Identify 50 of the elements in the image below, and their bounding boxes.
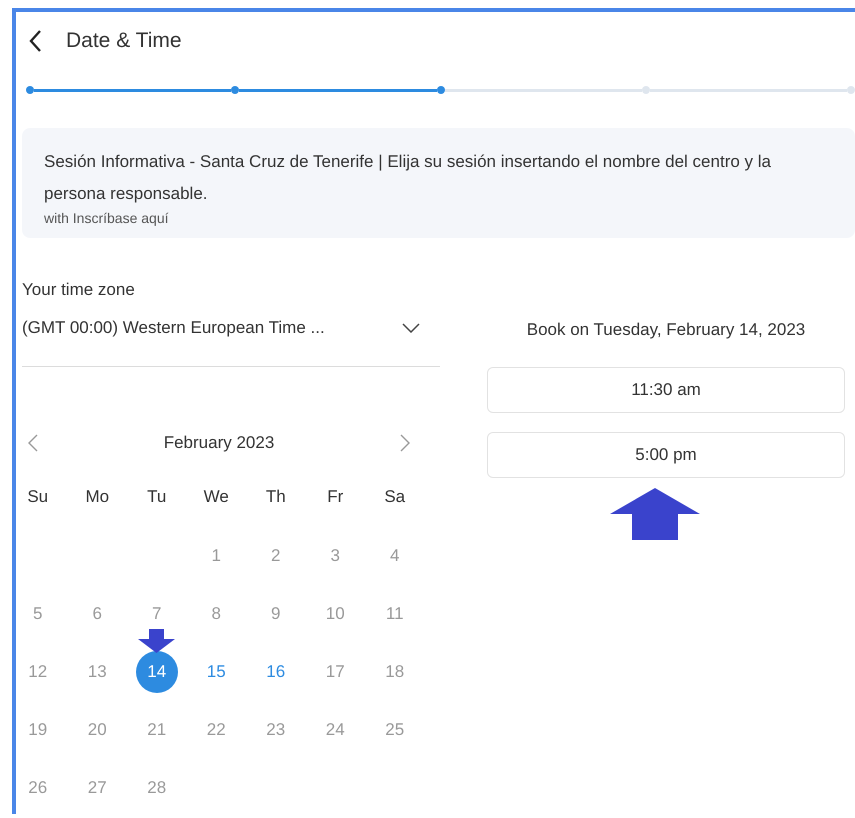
calendar-day: 27 [76, 767, 118, 809]
weekday-label: We [202, 487, 230, 508]
calendar-day: 28 [136, 767, 178, 809]
calendar-day: 12 [16, 651, 59, 693]
calendar-day: 11 [374, 593, 416, 635]
calendar-day: 7 [136, 593, 178, 635]
booking-heading: Book on Tuesday, February 14, 2023 [526, 320, 806, 340]
calendar-day: 19 [16, 709, 59, 751]
weekday-label: Th [264, 487, 287, 508]
weekday-label: Tu [146, 487, 168, 508]
time-slot-button[interactable]: 11:30 am [487, 367, 845, 413]
timezone-label: Your time zone [22, 280, 136, 300]
up-arrow-icon [610, 488, 700, 540]
calendar-day: 10 [314, 593, 356, 635]
calendar-day: 21 [136, 709, 178, 751]
calendar-day[interactable]: 14 [136, 651, 178, 693]
weekday-label: Fr [326, 487, 344, 508]
calendar-day: 2 [254, 535, 297, 577]
calendar-day: 25 [374, 709, 416, 751]
weekday-label: Sa [383, 487, 406, 508]
weekday-label: Su [26, 487, 50, 508]
event-title: Sesión Informativa - Santa Cruz de Tenerife | Elija su sesión insertando el nombre del centro y la persona responsable. [44, 151, 772, 205]
calendar-day: 9 [254, 593, 297, 635]
event-host: with Inscríbase aquí [44, 210, 170, 226]
page-title: Date & Time [66, 29, 182, 53]
calendar-day: 24 [314, 709, 356, 751]
back-icon[interactable] [28, 29, 42, 53]
calendar-day: 22 [195, 709, 238, 751]
calendar-day[interactable]: 15 [195, 651, 238, 693]
calendar-day: 23 [254, 709, 297, 751]
calendar-day[interactable]: 16 [254, 651, 297, 693]
calendar-day: 8 [195, 593, 238, 635]
down-arrow-icon [138, 629, 175, 653]
month-title: February 2023 [164, 433, 274, 453]
calendar-day: 3 [314, 535, 356, 577]
calendar-day: 5 [16, 593, 59, 635]
calendar-day: 4 [374, 535, 416, 577]
chevron-down-icon [402, 323, 420, 333]
calendar-day: 17 [314, 651, 356, 693]
calendar-day: 13 [76, 651, 118, 693]
calendar-day: 20 [76, 709, 118, 751]
time-slot-button[interactable]: 5:00 pm [487, 432, 845, 478]
previous-month-icon[interactable] [28, 434, 38, 452]
weekday-label: Mo [84, 487, 110, 508]
calendar-day: 1 [195, 535, 238, 577]
calendar-day: 18 [374, 651, 416, 693]
timezone-dropdown[interactable]: (GMT 00:00) Western European Time ... [22, 318, 440, 367]
calendar-day: 6 [76, 593, 118, 635]
next-month-icon[interactable] [400, 434, 410, 452]
calendar-day: 26 [16, 767, 59, 809]
